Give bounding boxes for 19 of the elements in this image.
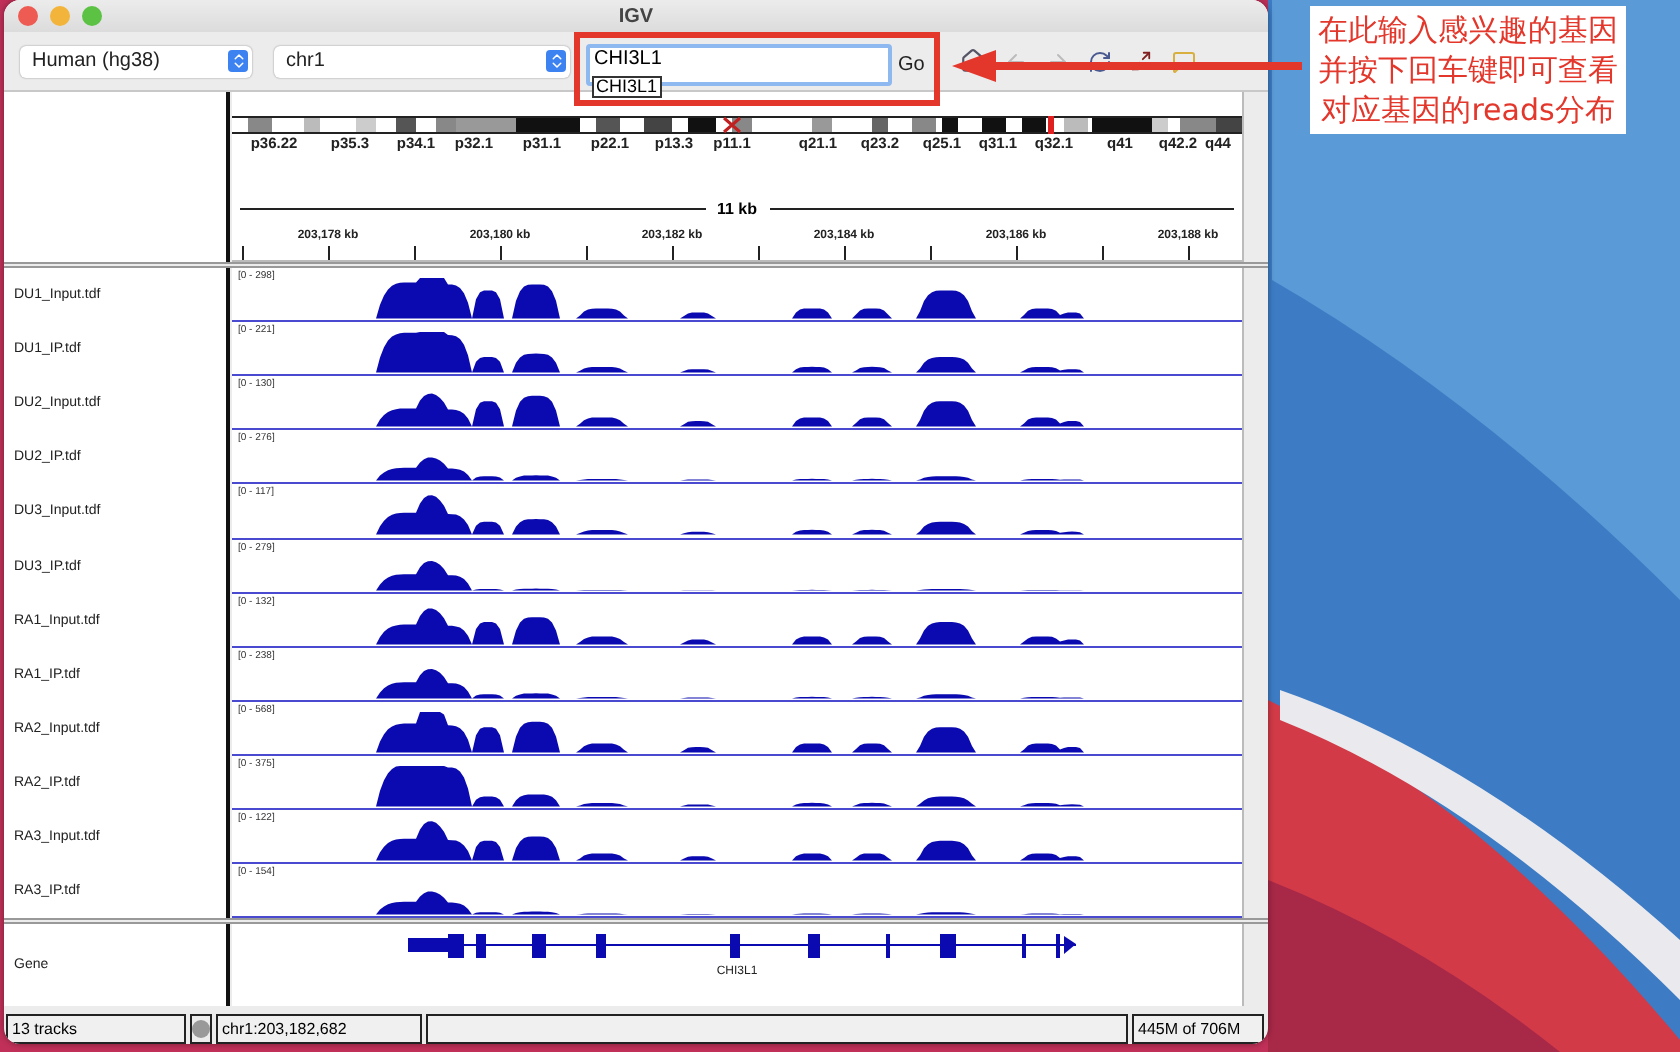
close-icon[interactable] bbox=[18, 6, 38, 26]
refresh-icon[interactable] bbox=[1087, 49, 1112, 73]
annotation-text: 对应基因的reads分布 bbox=[1321, 90, 1615, 130]
status-dot-icon bbox=[192, 1020, 210, 1038]
genome-dropdown[interactable]: Human (hg38) bbox=[20, 45, 252, 77]
stepper-icon bbox=[546, 50, 566, 72]
annotation-text: 并按下回车键即可查看 bbox=[1318, 50, 1618, 90]
position-readout: chr1:203,182,682 bbox=[216, 1014, 422, 1044]
track-count: 13 tracks bbox=[6, 1014, 186, 1044]
go-button[interactable]: Go bbox=[894, 44, 929, 86]
autocomplete-menu[interactable]: CHI3L1 bbox=[592, 76, 662, 98]
window-title: IGV bbox=[618, 5, 654, 27]
home-icon[interactable] bbox=[960, 48, 987, 74]
chromosome-dropdown[interactable]: chr1 bbox=[274, 45, 570, 77]
stepper-icon bbox=[228, 50, 248, 72]
memory-readout: 445M of 706M bbox=[1132, 1014, 1264, 1044]
popup-icon[interactable] bbox=[1171, 49, 1196, 73]
span-label: 11 kb bbox=[715, 200, 760, 219]
annotation-text: 在此输入感兴趣的基因 bbox=[1318, 10, 1618, 50]
